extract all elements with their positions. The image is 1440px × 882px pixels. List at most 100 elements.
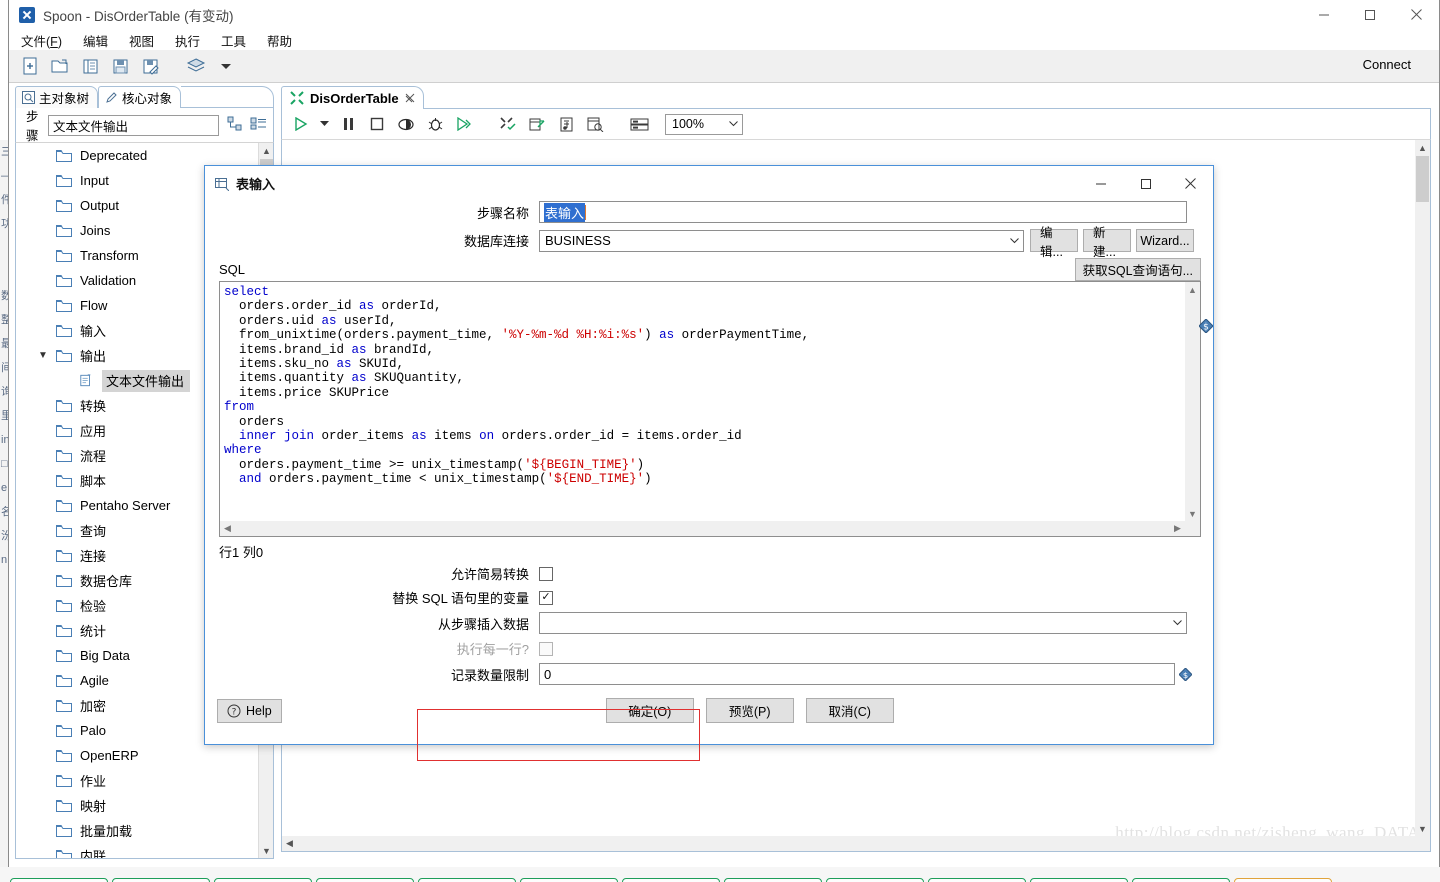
canvas-vertical-scrollbar[interactable]: ▲ ▼ — [1415, 140, 1430, 836]
grid-icon[interactable] — [628, 113, 650, 135]
tree-scroll-down-icon[interactable]: ▼ — [259, 843, 273, 858]
canvas-horizontal-scrollbar[interactable]: ◀ — [282, 836, 1430, 851]
sql-text[interactable]: select orders.order_id as orderId, order… — [220, 282, 1200, 487]
pencil-icon — [106, 92, 117, 103]
new-connection-button[interactable]: 新建... — [1083, 226, 1131, 259]
collapse-all-icon[interactable] — [250, 116, 267, 134]
taskbar-item[interactable] — [1132, 878, 1230, 882]
chevron-down-icon[interactable] — [1169, 613, 1186, 633]
pause-icon[interactable] — [337, 113, 359, 135]
new-file-icon[interactable] — [19, 55, 41, 77]
menu-item-0[interactable]: 文件(F) — [21, 31, 62, 50]
dialog-minimize-icon[interactable] — [1078, 167, 1123, 201]
replay-icon[interactable] — [453, 113, 475, 135]
menu-item-4[interactable]: 工具 — [221, 31, 246, 50]
layers-icon[interactable] — [185, 55, 207, 77]
open-file-icon[interactable] — [49, 55, 71, 77]
tree-folder-item[interactable]: 作业 — [16, 768, 273, 793]
taskbar[interactable] — [0, 867, 1440, 882]
debug-icon[interactable] — [424, 113, 446, 135]
sql-icon[interactable] — [584, 113, 606, 135]
taskbar-item[interactable] — [520, 878, 618, 882]
ok-button[interactable]: 确定(O) — [605, 698, 694, 723]
menu-item-1[interactable]: 编辑 — [83, 31, 108, 50]
menu-item-2[interactable]: 视图 — [129, 31, 154, 50]
connect-label[interactable]: Connect — [1363, 57, 1411, 72]
dialog-maximize-icon[interactable] — [1123, 167, 1168, 201]
tree-item-label: 统计 — [80, 624, 107, 639]
close-icon[interactable] — [1393, 0, 1439, 30]
wizard-connection-button[interactable]: Wizard... — [1136, 229, 1194, 252]
tab-main-object-tree[interactable]: 主对象树 — [15, 86, 99, 108]
dropdown-arrow-icon[interactable] — [215, 55, 237, 77]
chevron-down-icon[interactable]: ▼ — [38, 351, 48, 361]
folder-icon — [56, 350, 72, 362]
close-icon[interactable] — [405, 93, 415, 103]
save-as-icon[interactable] — [139, 55, 161, 77]
window-controls — [1301, 0, 1439, 30]
taskbar-item[interactable] — [826, 878, 924, 882]
limit-variable-icon[interactable]: $ — [1178, 666, 1193, 682]
canvas-scroll-up-icon[interactable]: ▲ — [1415, 140, 1430, 155]
taskbar-item[interactable] — [316, 878, 414, 882]
step-name-label: 步骤名称 — [476, 205, 529, 221]
tree-folder-item[interactable]: 内联 — [16, 843, 273, 858]
menu-item-3[interactable]: 执行 — [175, 31, 200, 50]
sql-horizontal-scrollbar[interactable]: ◀ ▶ — [220, 521, 1200, 536]
sql-scroll-up-icon[interactable]: ▲ — [1185, 282, 1200, 297]
canvas-vscroll-thumb[interactable] — [1416, 156, 1429, 202]
minimize-icon[interactable] — [1301, 0, 1347, 30]
get-sql-statement-button[interactable]: 获取SQL查询语句... — [1074, 258, 1201, 281]
taskbar-item[interactable] — [214, 878, 312, 882]
sql-scroll-down-icon[interactable]: ▼ — [1185, 506, 1200, 521]
maximize-icon[interactable] — [1347, 0, 1393, 30]
insert-from-step-combo[interactable] — [539, 612, 1187, 634]
verify-icon[interactable] — [497, 113, 519, 135]
preview-button[interactable]: 预览(P) — [705, 698, 794, 723]
chevron-down-icon[interactable] — [1006, 231, 1023, 251]
replace-vars-checkbox[interactable]: ✓ — [539, 590, 553, 605]
preview-icon[interactable] — [395, 113, 417, 135]
taskbar-item[interactable] — [10, 878, 108, 882]
run-icon[interactable] — [290, 113, 312, 135]
analyze-icon[interactable] — [526, 113, 548, 135]
tree-folder-item[interactable]: 映射 — [16, 793, 273, 818]
sql-scroll-right-icon[interactable]: ▶ — [1170, 521, 1185, 536]
taskbar-item-active[interactable] — [1234, 878, 1332, 882]
editor-tab-disordertable[interactable]: DisOrderTable — [281, 86, 424, 109]
sql-vertical-scrollbar[interactable]: ▲ ▼ — [1185, 282, 1200, 521]
limit-input[interactable]: 0 — [539, 663, 1175, 685]
taskbar-item[interactable] — [724, 878, 822, 882]
svg-text:?: ? — [232, 707, 237, 717]
taskbar-item[interactable] — [112, 878, 210, 882]
tree-folder-item[interactable]: 批量加载 — [16, 818, 273, 843]
step-name-input[interactable]: 表输入 — [539, 201, 1187, 223]
taskbar-item[interactable] — [928, 878, 1026, 882]
taskbar-item[interactable] — [1030, 878, 1128, 882]
menu-item-5[interactable]: 帮助 — [267, 31, 292, 50]
run-dropdown-icon[interactable] — [319, 113, 330, 135]
canvas-scroll-down-icon[interactable]: ▼ — [1415, 821, 1430, 836]
taskbar-item[interactable] — [418, 878, 516, 882]
sql-editor[interactable]: select orders.order_id as orderId, order… — [219, 281, 1201, 537]
taskbar-item[interactable] — [622, 878, 720, 882]
connection-combo[interactable]: BUSINESS — [539, 229, 1024, 252]
save-icon[interactable] — [109, 55, 131, 77]
tree-folder-item[interactable]: OpenERP — [16, 743, 273, 768]
stop-icon[interactable] — [366, 113, 388, 135]
help-button[interactable]: ? Help — [217, 698, 282, 723]
edit-connection-button[interactable]: 编辑... — [1030, 226, 1078, 259]
impact-icon[interactable] — [555, 113, 577, 135]
expand-all-icon[interactable] — [227, 116, 242, 134]
allow-lazy-checkbox[interactable] — [539, 566, 553, 581]
zoom-select[interactable]: 100% — [665, 113, 743, 135]
dialog-close-icon[interactable] — [1168, 167, 1213, 201]
sql-variable-icon[interactable]: $ — [1198, 318, 1214, 336]
tree-scroll-up-icon[interactable]: ▲ — [259, 143, 273, 158]
tab-core-objects[interactable]: 核心对象 — [98, 86, 182, 108]
canvas-scroll-left-icon[interactable]: ◀ — [282, 836, 297, 851]
sql-scroll-left-icon[interactable]: ◀ — [220, 521, 235, 536]
step-search-input[interactable] — [48, 114, 219, 136]
explorer-icon[interactable] — [79, 55, 101, 77]
cancel-button[interactable]: 取消(C) — [805, 698, 894, 723]
